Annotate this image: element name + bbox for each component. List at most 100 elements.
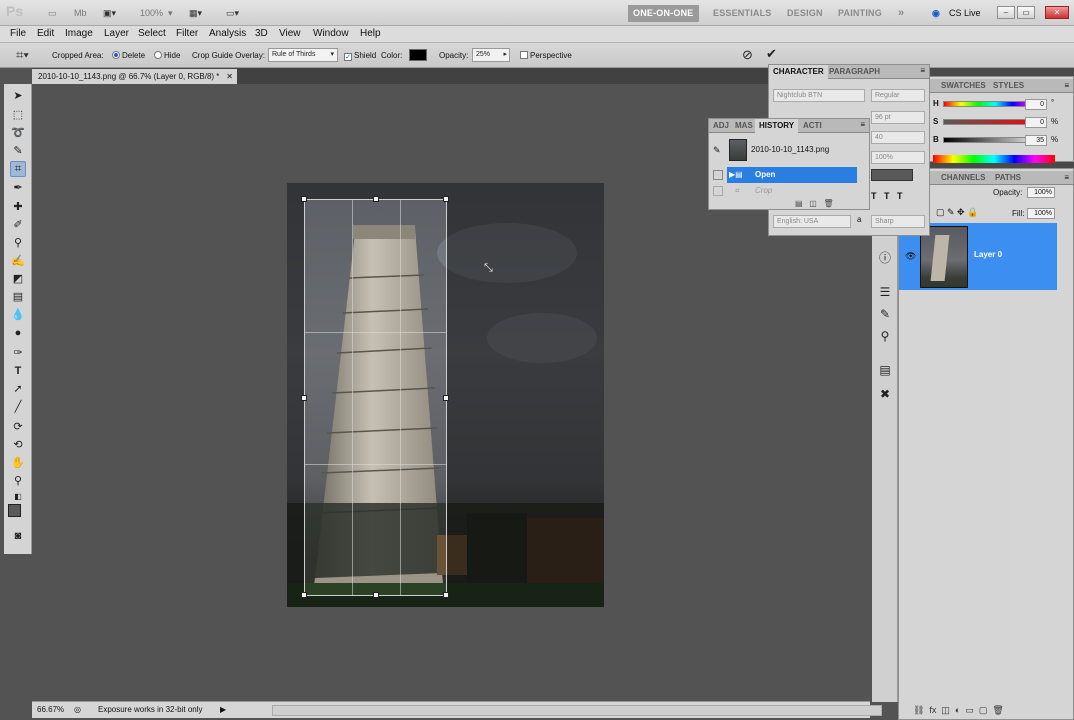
hue-field[interactable]: 0 xyxy=(1025,99,1047,110)
status-menu-icon[interactable]: ▶ xyxy=(220,702,226,718)
move-tool-icon[interactable]: ➤ xyxy=(10,88,26,104)
bridge-icon[interactable]: ▭ xyxy=(48,5,57,21)
default-colors-icon[interactable]: ◧ ⇆ xyxy=(10,489,26,517)
close-tab-icon[interactable]: ✕ xyxy=(226,69,233,84)
healing-brush-tool-icon[interactable]: ✚ xyxy=(10,199,26,215)
menu-view[interactable]: View xyxy=(279,28,301,39)
zoom-tool-icon[interactable]: ⚲ xyxy=(10,473,26,489)
menu-edit[interactable]: Edit xyxy=(37,28,54,39)
crop-handle-top-left[interactable] xyxy=(301,196,307,202)
font-size-field[interactable]: 96 pt xyxy=(871,111,925,124)
menu-select[interactable]: Select xyxy=(138,28,166,39)
layer-visibility-eye-icon[interactable]: 👁 xyxy=(905,251,916,262)
menu-window[interactable]: Window xyxy=(313,28,349,39)
cs-live-icon[interactable]: ◉ xyxy=(932,5,940,21)
tab-masks[interactable]: MAS xyxy=(731,119,757,133)
quick-selection-tool-icon[interactable]: ✎ xyxy=(10,143,26,159)
delete-radio-indicator[interactable] xyxy=(112,51,120,59)
workspace-painting[interactable]: PAINTING xyxy=(833,5,887,22)
marquee-tool-icon[interactable]: ⬚ xyxy=(10,107,26,123)
color-spectrum-bar[interactable] xyxy=(933,155,1055,163)
more-workspaces-icon[interactable]: » xyxy=(893,5,909,22)
clone-stamp-tool-icon[interactable]: ⚲ xyxy=(10,235,26,251)
eyedropper-tool-icon[interactable]: ✒ xyxy=(10,180,26,196)
pen-tool-icon[interactable]: ✑ xyxy=(10,345,26,361)
minibridge-icon[interactable]: Mb xyxy=(74,5,87,21)
status-info-icon[interactable]: ◎ xyxy=(74,702,81,718)
minimize-button[interactable]: – xyxy=(997,6,1015,19)
menu-filter[interactable]: Filter xyxy=(176,28,198,39)
menu-file[interactable]: File xyxy=(10,28,26,39)
tab-adjustments[interactable]: ADJ xyxy=(709,119,733,133)
crop-tool-preset-icon[interactable]: ⌗▾ xyxy=(16,47,29,63)
foreground-color-swatch[interactable] xyxy=(8,504,21,517)
crop-bounding-box[interactable] xyxy=(301,196,449,598)
screen-mode-icon[interactable]: ▭▾ xyxy=(226,5,239,21)
horizontal-scale-field[interactable]: 100% xyxy=(871,151,925,164)
saturation-field[interactable]: 0 xyxy=(1025,117,1047,128)
menu-image[interactable]: Image xyxy=(65,28,93,39)
brush-tool-icon[interactable]: ✐ xyxy=(10,217,26,233)
delete-radio[interactable]: Delete xyxy=(112,51,145,60)
tab-channels[interactable]: CHANNELS xyxy=(937,171,989,185)
brush-presets-icon[interactable]: ✎ xyxy=(877,306,893,322)
menu-help[interactable]: Help xyxy=(360,28,381,39)
tab-actions[interactable]: ACTI xyxy=(799,119,826,133)
3d-rotate-tool-icon[interactable]: ⟳ xyxy=(10,419,26,435)
hand-tool-icon[interactable]: ✋ xyxy=(10,455,26,471)
tab-character[interactable]: CHARACTER xyxy=(769,65,828,79)
zoom-dropdown-icon[interactable]: ▾ xyxy=(168,5,173,21)
path-selection-tool-icon[interactable]: ➚ xyxy=(10,381,26,397)
panel-menu-icon[interactable]: ≡ xyxy=(1064,81,1069,90)
perspective-check-icon[interactable] xyxy=(520,51,528,59)
tab-history[interactable]: HISTORY xyxy=(755,119,799,133)
crop-handle-top[interactable] xyxy=(373,196,379,202)
workspace-one-on-one[interactable]: ONE-ON-ONE xyxy=(628,5,699,22)
crop-handle-bottom[interactable] xyxy=(373,592,379,598)
lock-icons[interactable]: ▢ ✎ ✥ 🔒 xyxy=(936,207,978,218)
dodge-tool-icon[interactable]: ● xyxy=(10,325,26,341)
tab-swatches[interactable]: SWATCHES xyxy=(937,79,990,93)
zoom-level-select[interactable]: 100% xyxy=(140,5,163,21)
cancel-crop-icon[interactable]: ⊘ xyxy=(742,47,753,63)
text-style-buttons[interactable]: T T T xyxy=(871,191,903,201)
arrange-documents-icon[interactable]: ▦▾ xyxy=(189,5,202,21)
info-icon[interactable]: ⓘ xyxy=(877,250,893,266)
leading-field[interactable]: 40 xyxy=(871,131,925,144)
history-footer-icons[interactable]: ▤ ◫ 🗑 xyxy=(795,199,834,208)
lasso-tool-icon[interactable]: ➰ xyxy=(10,125,26,141)
tab-styles[interactable]: STYLES xyxy=(989,79,1028,93)
layer-opacity-field[interactable]: 100% xyxy=(1027,187,1055,198)
crop-handle-top-right[interactable] xyxy=(443,196,449,202)
layers-footer-icons[interactable]: ⛓ fx ◫ ◐ ▭ ▢ 🗑 xyxy=(899,703,1073,717)
tab-paragraph[interactable]: PARAGRAPH xyxy=(825,65,884,79)
cs-live-menu[interactable]: CS Live xyxy=(949,5,981,21)
shield-check-icon[interactable]: ✓ xyxy=(344,53,352,61)
shield-color-swatch[interactable] xyxy=(409,49,427,61)
close-button[interactable]: ✕ xyxy=(1045,6,1069,19)
view-extras-icon[interactable]: ▣▾ xyxy=(103,5,116,21)
perspective-checkbox[interactable]: Perspective xyxy=(520,51,572,60)
eraser-tool-icon[interactable]: ◩ xyxy=(10,271,26,287)
tab-paths[interactable]: PATHS xyxy=(991,171,1025,185)
crop-handle-left[interactable] xyxy=(301,395,307,401)
crop-handle-right[interactable] xyxy=(443,395,449,401)
notes-icon[interactable]: ▤ xyxy=(877,362,893,378)
3d-orbit-tool-icon[interactable]: ⟲ xyxy=(10,437,26,453)
crop-handle-bottom-right[interactable] xyxy=(443,592,449,598)
language-select[interactable]: English: USA xyxy=(773,215,851,228)
workspace-essentials[interactable]: ESSENTIALS xyxy=(708,5,777,22)
history-state-checkbox[interactable] xyxy=(713,170,723,180)
zoom-percentage[interactable]: 66.67% xyxy=(37,702,64,718)
blur-tool-icon[interactable]: 💧 xyxy=(10,307,26,323)
history-snapshot-row[interactable]: ✎ 2010-10-10_1143.png xyxy=(709,137,869,163)
crop-guide-overlay-select[interactable]: Rule of Thirds ▾ xyxy=(268,48,338,62)
shield-checkbox[interactable]: ✓ Shield xyxy=(344,51,376,61)
crop-handle-bottom-left[interactable] xyxy=(301,592,307,598)
panel-menu-icon[interactable]: ≡ xyxy=(1064,173,1069,182)
text-color-swatch[interactable] xyxy=(871,169,913,181)
quick-mask-icon[interactable]: ◙ xyxy=(10,528,26,544)
hide-radio[interactable]: Hide xyxy=(154,51,180,60)
brightness-field[interactable]: 35 xyxy=(1025,135,1047,146)
adjustments-icon[interactable]: ☰ xyxy=(877,284,893,300)
